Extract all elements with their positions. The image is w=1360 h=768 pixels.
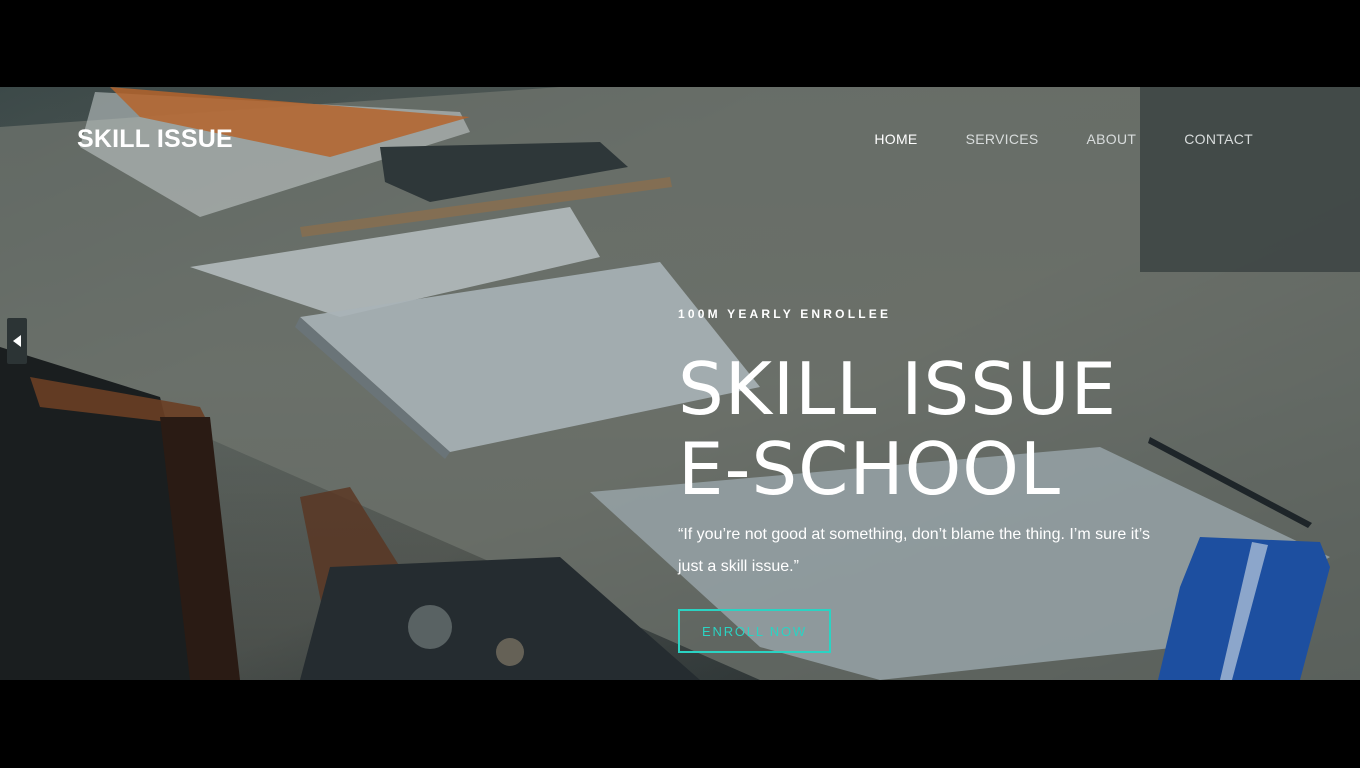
hero-section: SKILL ISSUE HOME SERVICES ABOUT CONTACT … — [0, 87, 1360, 680]
hero-quote-line1: “If you’re not good at something, don’t … — [678, 526, 1150, 543]
triangle-left-icon — [13, 335, 21, 347]
nav-home-link[interactable]: HOME — [874, 131, 917, 147]
brand-logo[interactable]: SKILL ISSUE — [77, 125, 233, 154]
hero-title-line2: E-SCHOOL — [678, 427, 1062, 511]
hero-content: 100M YEARLY ENROLLEE SKILL ISSUE E-SCHOO… — [678, 307, 1238, 583]
hero-title: SKILL ISSUE E-SCHOOL — [678, 349, 1238, 509]
enroll-now-button[interactable]: ENROLL NOW — [678, 609, 831, 653]
hero-quote-line2: just a skill issue.” — [678, 558, 799, 575]
nav-contact-link[interactable]: CONTACT — [1184, 131, 1253, 147]
nav-services-link[interactable]: SERVICES — [966, 131, 1039, 147]
hero-title-line1: SKILL ISSUE — [678, 347, 1118, 431]
main-nav: HOME SERVICES ABOUT CONTACT — [874, 131, 1253, 147]
hero-quote: “If you’re not good at something, don’t … — [678, 519, 1198, 583]
hero-eyebrow: 100M YEARLY ENROLLEE — [678, 307, 892, 321]
nav-about-link[interactable]: ABOUT — [1087, 131, 1137, 147]
slider-prev-button[interactable] — [7, 318, 27, 364]
